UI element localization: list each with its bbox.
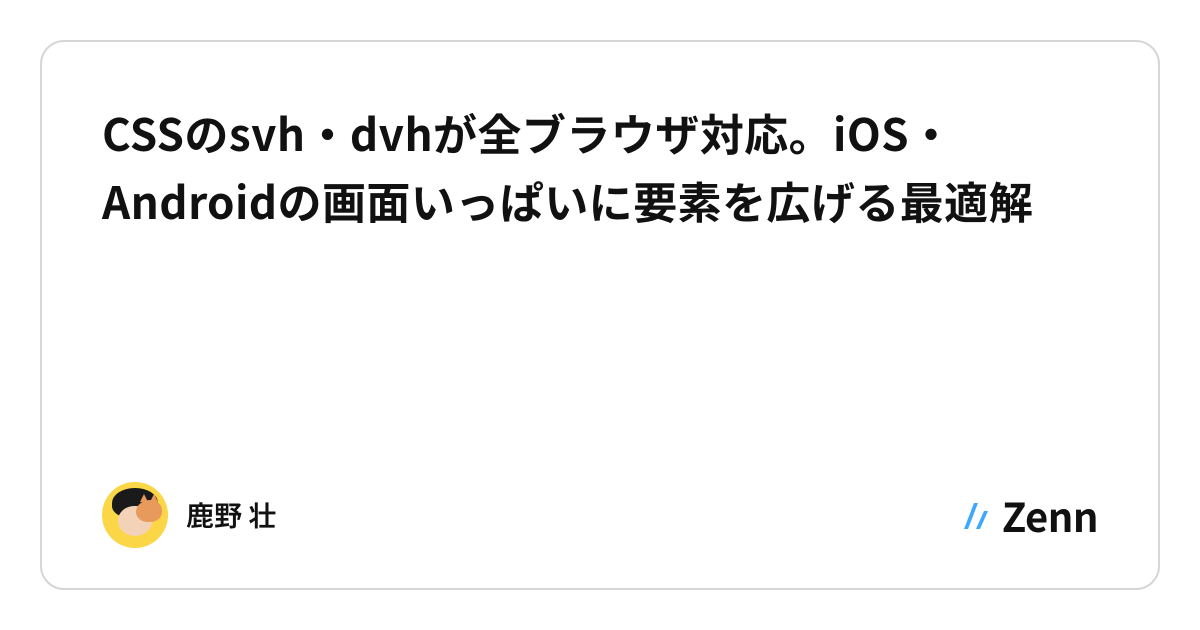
platform-logo: Zenn	[960, 486, 1098, 544]
author-block: 鹿野 壮	[102, 482, 276, 548]
card-footer: 鹿野 壮 Zenn	[102, 482, 1098, 548]
og-card: CSSのsvh・dvhが全ブラウザ対応。iOS・Androidの画面いっぱいに要…	[40, 40, 1160, 590]
article-title: CSSのsvh・dvhが全ブラウザ対応。iOS・Androidの画面いっぱいに要…	[102, 98, 1098, 234]
platform-name: Zenn	[1002, 486, 1098, 544]
author-name: 鹿野 壮	[186, 495, 276, 535]
zenn-logo-icon	[960, 497, 996, 533]
author-avatar	[102, 482, 168, 548]
